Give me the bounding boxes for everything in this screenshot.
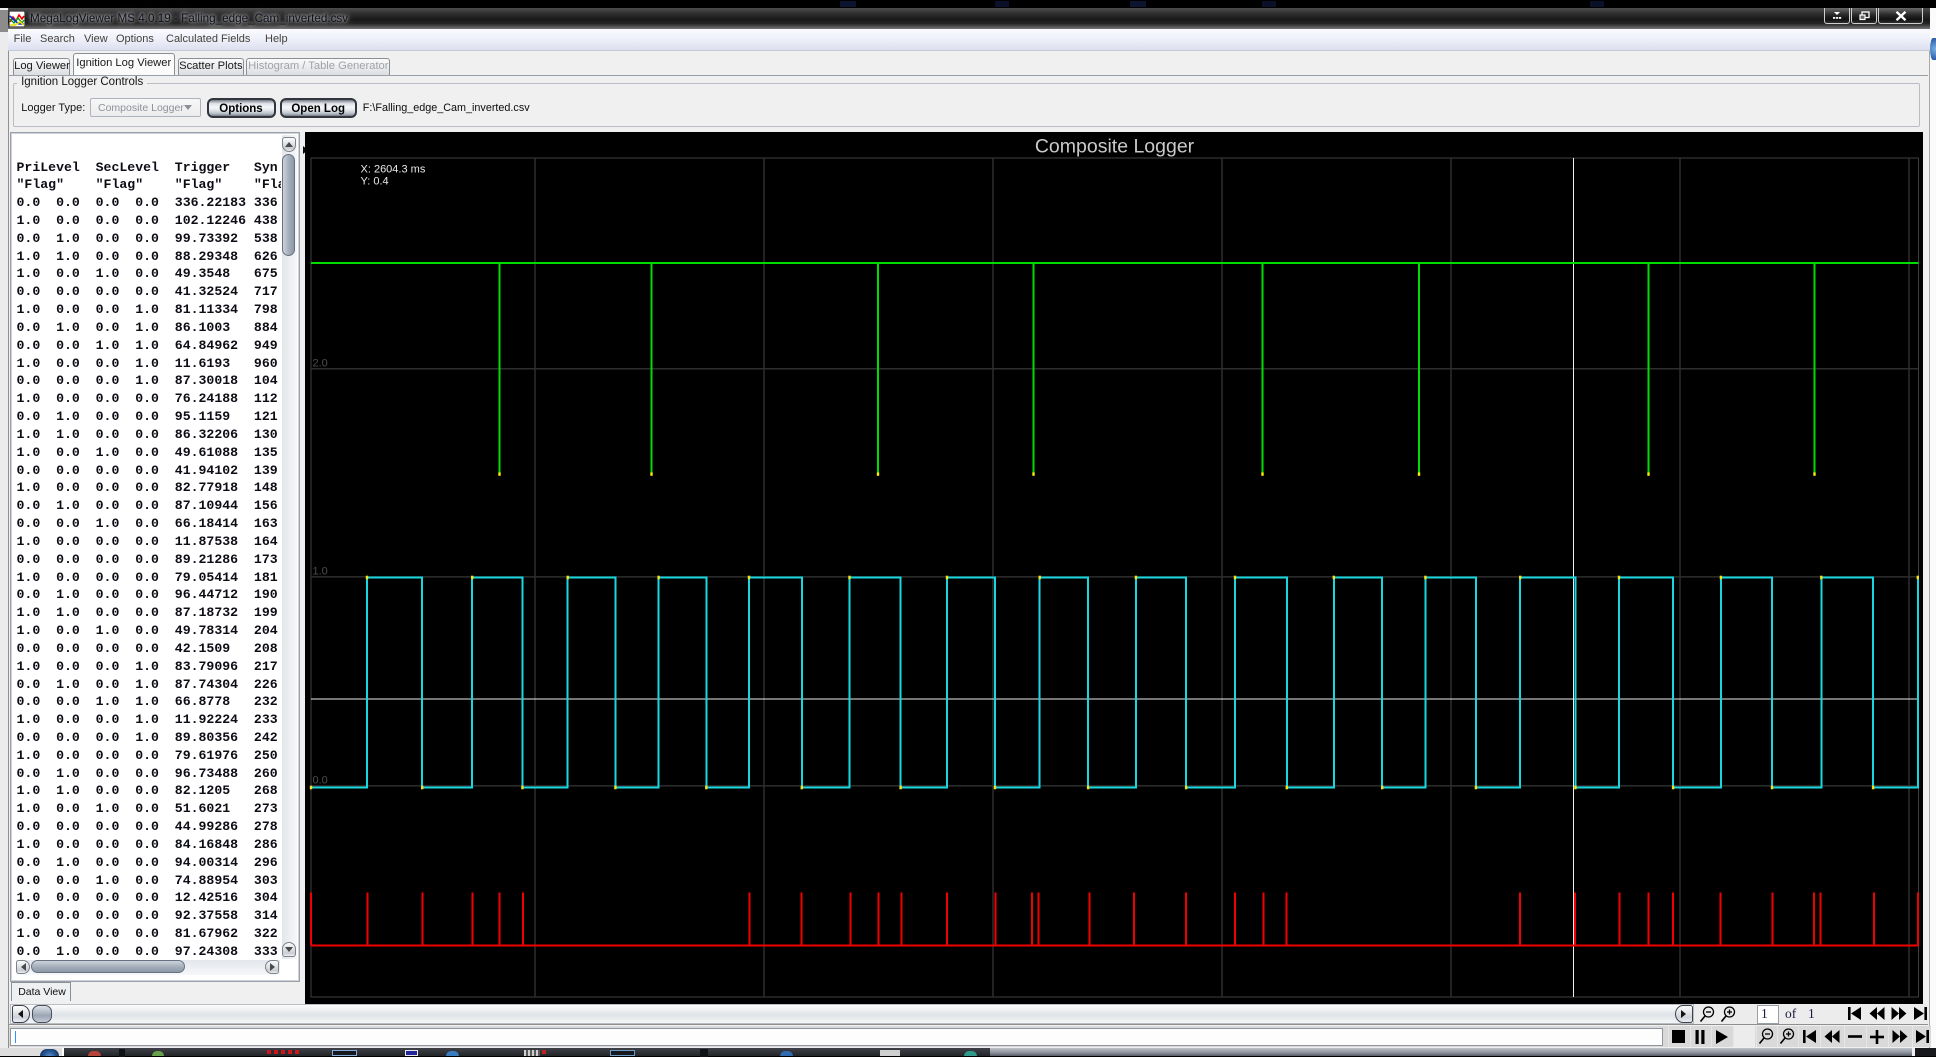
svg-text:Composite Logger: Composite Logger <box>1035 135 1195 157</box>
svg-text:1.0: 1.0 <box>313 565 328 577</box>
svg-text:0.0: 0.0 <box>313 774 328 786</box>
svg-text:Y: 0.4: Y: 0.4 <box>361 175 389 187</box>
svg-text:2.0: 2.0 <box>313 357 328 369</box>
svg-text:X: 2604.3 ms: X: 2604.3 ms <box>361 163 426 175</box>
